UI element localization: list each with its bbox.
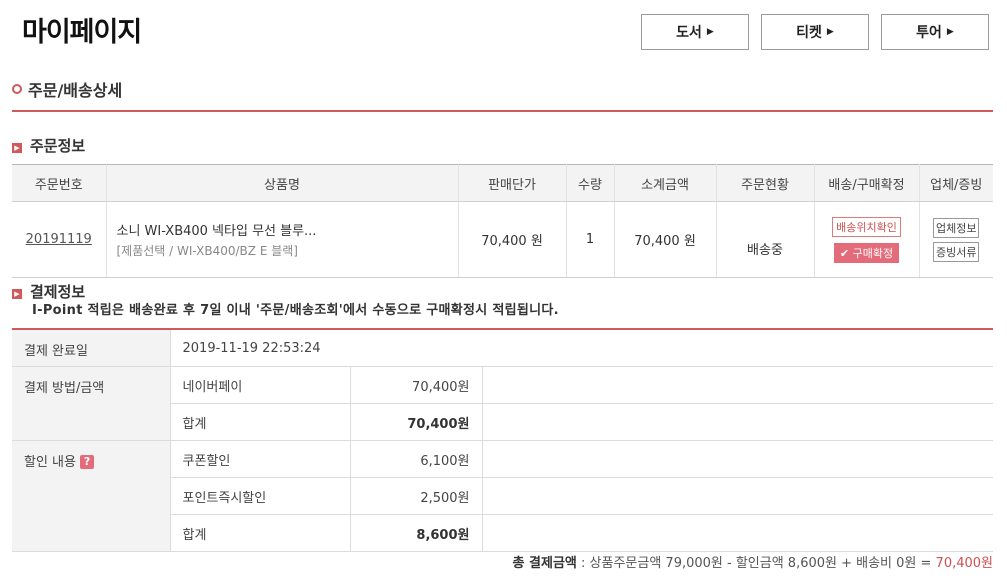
nav-tickets-button[interactable]: 티켓 ▶ [761,14,869,50]
vendor-info-button[interactable]: 업체정보 [933,217,980,238]
total-final: 70,400원 [935,556,993,571]
method-amount: 70,400원 [350,366,483,404]
discount-name: 포인트즉시할인 [170,477,351,515]
method-total-label: 합계 [170,403,351,441]
discount-label-cell: 할인 내용 ? [12,440,171,552]
col-order-no: 주문번호 [12,164,106,202]
track-delivery-button[interactable]: 배송위치확인 [832,216,901,237]
total-formula: 상품주문금액 79,000원 - 할인금액 8,600원 + 배송비 0원 = [589,556,936,571]
section-title: 주문/배송상세 [28,81,123,100]
arrow-bullet-icon: ▶ [12,289,22,299]
caret-right-icon: ▶ [826,27,834,37]
help-icon[interactable]: ? [80,455,95,469]
col-unit-price: 판매단가 [457,164,566,202]
order-table: 주문번호 상품명 판매단가 수량 소계금액 주문현황 배송/구매확정 업체/증빙… [12,164,993,278]
nav-tours-label: 투어 [916,25,942,41]
method-label: 결제 방법/금액 [12,366,171,441]
discount-amount: 2,500원 [350,477,483,515]
ipoint-notice: I-Point 적립은 배송완료 후 7일 이내 '주문/배송조회'에서 수동으… [32,303,559,318]
payment-row: 결제 방법/금액 네이버페이 70,400원 [12,366,993,441]
total-label: 총 결제금액 [512,556,577,571]
nav-books-label: 도서 [676,25,702,41]
product-name[interactable]: 소니 WI-XB400 넥타입 무선 블루... [117,220,457,239]
order-info-heading: ▶ 주문정보 [12,135,85,156]
nav-tours-button[interactable]: 투어 ▶ [881,14,989,50]
total-sep: : [576,556,590,571]
method-name: 네이버페이 [170,366,351,404]
method-total-amount: 70,400원 [350,403,483,441]
caret-right-icon: ▶ [706,27,714,37]
col-delivery: 배송/구매확정 [813,164,919,202]
payment-row: 할인 내용 ? 쿠폰할인 6,100원 [12,440,993,552]
order-info-heading-label: 주문정보 [30,137,86,155]
col-qty: 수량 [565,164,614,202]
circle-bullet-icon [12,84,22,94]
payment-table: 결제 완료일 2019-11-19 22:53:24 결제 방법/금액 네이버페… [12,328,993,552]
confirm-purchase-button[interactable]: ✔ 구매확정 [833,242,900,263]
order-status: 배송중 [715,201,814,278]
discount-amount: 6,100원 [350,440,483,478]
discount-total-label: 합계 [170,514,351,552]
col-vendor: 업체/증빙 [918,164,993,202]
page-title: 마이페이지 [22,17,142,48]
discount-label: 할인 내용 [24,455,76,470]
product-option: [제품선택 / WI-XB400/BZ E 블랙] [116,244,298,258]
order-table-header: 주문번호 상품명 판매단가 수량 소계금액 주문현황 배송/구매확정 업체/증빙 [12,164,993,202]
nav-books-button[interactable]: 도서 ▶ [641,14,749,50]
order-number-link[interactable]: 20191119 [26,232,92,247]
completed-value: 2019-11-19 22:53:24 [170,329,993,367]
nav-tickets-label: 티켓 [796,25,822,41]
receipt-button[interactable]: 증빙서류 [933,241,980,262]
completed-label: 결제 완료일 [12,329,171,367]
discount-total-amount: 8,600원 [350,514,483,552]
arrow-bullet-icon: ▶ [12,143,22,153]
caret-right-icon: ▶ [946,27,954,37]
col-subtotal: 소계금액 [613,164,716,202]
subtotal: 70,400 원 [613,201,716,278]
discount-name: 쿠폰할인 [170,440,351,478]
col-status: 주문현황 [715,164,814,202]
unit-price: 70,400 원 [457,201,566,278]
total-summary: 총 결제금액 : 상품주문금액 79,000원 - 할인금액 8,600원 + … [513,552,993,571]
section-header: 주문/배송상세 [12,74,993,112]
quantity: 1 [565,201,614,278]
payment-row: 결제 완료일 2019-11-19 22:53:24 [12,329,993,367]
col-product: 상품명 [105,164,458,202]
table-row: 20191119 소니 WI-XB400 넥타입 무선 블루... [제품선택 … [12,201,993,278]
